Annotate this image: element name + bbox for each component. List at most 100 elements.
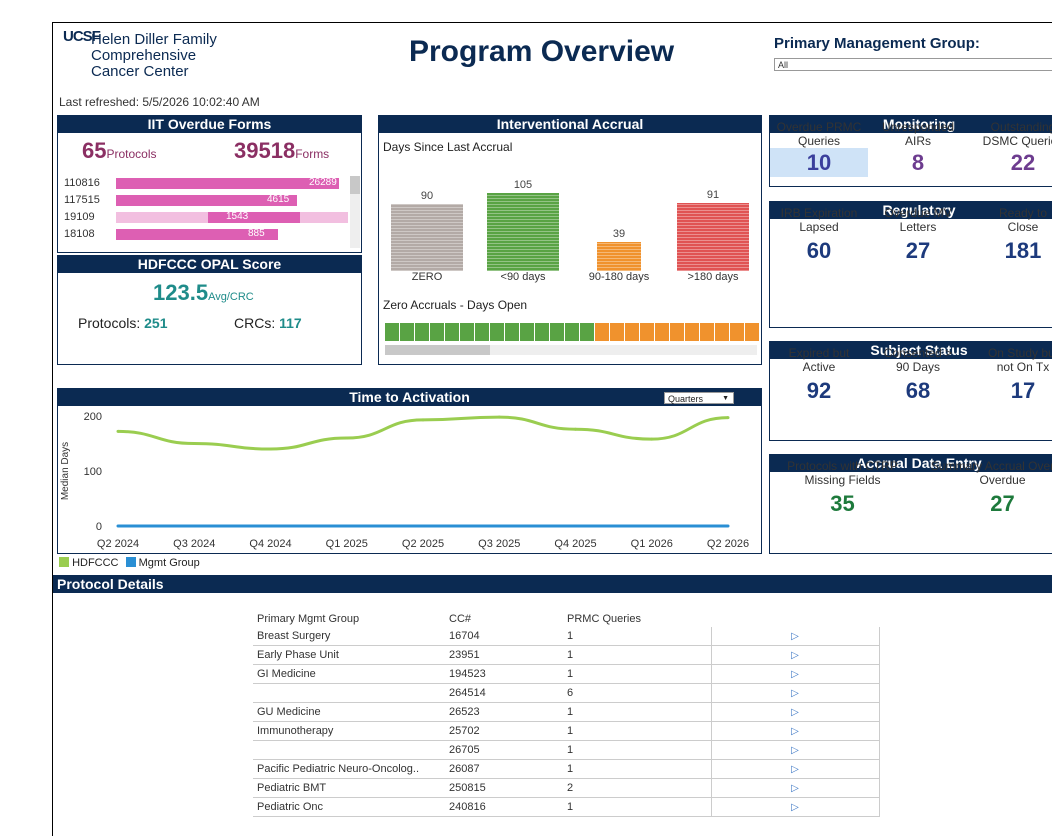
table-row[interactable]: GI Medicine 194523 1 ▷ bbox=[253, 664, 880, 684]
play-icon[interactable]: ▷ bbox=[791, 669, 799, 680]
play-icon[interactable]: ▷ bbox=[791, 783, 799, 794]
play-icon[interactable]: ▷ bbox=[791, 707, 799, 718]
zero-accrual-square[interactable] bbox=[625, 323, 639, 341]
zero-accrual-square[interactable] bbox=[490, 323, 504, 341]
iit-scrollbar[interactable] bbox=[350, 176, 360, 248]
zero-accrual-square[interactable] bbox=[580, 323, 594, 341]
series-point[interactable] bbox=[421, 524, 425, 528]
table-row[interactable]: Pacific Pediatric Neuro-Oncolog.. 26087 1 ▷ bbox=[253, 759, 880, 779]
consented-90-label-1: Consented > bbox=[883, 346, 953, 360]
row-action[interactable]: ▷ bbox=[710, 797, 880, 817]
series-point[interactable] bbox=[269, 447, 272, 451]
play-icon[interactable]: ▷ bbox=[791, 726, 799, 737]
series-point[interactable] bbox=[650, 524, 654, 528]
row-action[interactable]: ▷ bbox=[710, 683, 880, 703]
accrual-bar[interactable] bbox=[391, 204, 463, 271]
row-action[interactable]: ▷ bbox=[710, 721, 880, 741]
series-point[interactable] bbox=[116, 524, 120, 528]
iit-scroll-thumb[interactable] bbox=[350, 176, 360, 194]
table-row[interactable]: 264514 6 ▷ bbox=[253, 683, 880, 703]
row-action[interactable]: ▷ bbox=[710, 702, 880, 722]
zero-accrual-square[interactable] bbox=[400, 323, 414, 341]
table-row[interactable]: Pediatric BMT 250815 2 ▷ bbox=[253, 778, 880, 798]
iit-bar[interactable] bbox=[208, 212, 300, 223]
unresponded-airs-kpi[interactable]: Unresponded AIRs 8 bbox=[868, 120, 968, 177]
table-row[interactable]: GU Medicine 26523 1 ▷ bbox=[253, 702, 880, 722]
row-action[interactable]: ▷ bbox=[710, 759, 880, 779]
series-line-hdfccc[interactable] bbox=[117, 415, 729, 451]
iit-bar[interactable] bbox=[116, 178, 339, 189]
opal-crcs: CRCs: 117 bbox=[234, 315, 302, 331]
series-point[interactable] bbox=[726, 524, 730, 528]
zero-accrual-square[interactable] bbox=[655, 323, 669, 341]
zero-accrual-square[interactable] bbox=[415, 323, 429, 341]
play-icon[interactable]: ▷ bbox=[791, 688, 799, 699]
zero-accrual-square[interactable] bbox=[475, 323, 489, 341]
ctrp-missing-kpi[interactable]: Protocols with CTRP Missing Fields 35 bbox=[770, 459, 915, 517]
table-row[interactable]: Early Phase Unit 23951 1 ▷ bbox=[253, 645, 880, 665]
zero-accrual-square[interactable] bbox=[520, 323, 534, 341]
series-point[interactable] bbox=[345, 436, 349, 440]
series-point[interactable] bbox=[574, 524, 577, 528]
overdue-prmc-kpi[interactable]: Overdue PRMC Queries 10 bbox=[770, 120, 868, 177]
series-point[interactable] bbox=[574, 427, 577, 431]
zero-accrual-square[interactable] bbox=[640, 323, 654, 341]
row-action[interactable]: ▷ bbox=[710, 778, 880, 798]
zero-accrual-square[interactable] bbox=[610, 323, 624, 341]
consented-90-label-2: 90 Days bbox=[895, 360, 941, 374]
table-row[interactable]: 26705 1 ▷ bbox=[253, 740, 880, 760]
series-point[interactable] bbox=[192, 442, 196, 445]
zero-accrual-square[interactable] bbox=[505, 323, 519, 341]
zero-accrual-square[interactable] bbox=[715, 323, 729, 341]
accrual-bar[interactable] bbox=[597, 242, 641, 271]
zero-accrual-square[interactable] bbox=[460, 323, 474, 341]
ready-to-close-kpi[interactable]: Ready to Close 181 bbox=[968, 206, 1052, 264]
series-point[interactable] bbox=[345, 524, 349, 528]
series-point[interactable] bbox=[650, 437, 654, 441]
accrual-bar[interactable] bbox=[677, 203, 749, 271]
expired-active-kpi[interactable]: Expired but Active 92 bbox=[770, 346, 868, 404]
table-row[interactable]: Breast Surgery 16704 1 ▷ bbox=[253, 627, 880, 646]
zero-accrual-square[interactable] bbox=[730, 323, 744, 341]
zero-accrual-scroll-thumb[interactable] bbox=[385, 345, 490, 355]
management-group-select[interactable]: All bbox=[774, 58, 1052, 71]
row-action[interactable]: ▷ bbox=[710, 645, 880, 665]
summary-accrual-kpi[interactable]: Summary Accrual OverdueOverdue 27 bbox=[920, 459, 1052, 517]
series-point[interactable] bbox=[192, 524, 196, 528]
play-icon[interactable]: ▷ bbox=[791, 802, 799, 813]
on-study-kpi[interactable]: On Study but not On Tx 17 bbox=[968, 346, 1052, 404]
zero-accrual-square[interactable] bbox=[700, 323, 714, 341]
zero-accrual-square[interactable] bbox=[445, 323, 459, 341]
accrual-bar[interactable] bbox=[487, 193, 559, 271]
zero-accrual-square[interactable] bbox=[745, 323, 759, 341]
irb-expiration-kpi[interactable]: IRB Expiration Lapsed 60 bbox=[770, 206, 868, 264]
consented-90-kpi[interactable]: Consented >90 Days 68 bbox=[868, 346, 968, 404]
period-dropdown[interactable]: Quarters ▼ bbox=[664, 392, 734, 404]
series-point[interactable] bbox=[497, 415, 501, 419]
series-point[interactable] bbox=[726, 416, 730, 420]
table-row[interactable]: Immunotherapy 25702 1 ▷ bbox=[253, 721, 880, 741]
play-icon[interactable]: ▷ bbox=[791, 631, 799, 642]
zero-accrual-square[interactable] bbox=[535, 323, 549, 341]
zero-accrual-square[interactable] bbox=[430, 323, 444, 341]
table-row[interactable]: Pediatric Onc 240816 1 ▷ bbox=[253, 797, 880, 817]
series-point[interactable] bbox=[497, 524, 501, 528]
zero-accrual-square[interactable] bbox=[565, 323, 579, 341]
dsmc-queries-kpi[interactable]: OutstandingDSMC Queries 22 bbox=[968, 120, 1052, 177]
series-point[interactable] bbox=[116, 429, 120, 433]
overdue-mv-kpi[interactable]: Overdue MV Letters 27 bbox=[868, 206, 968, 264]
series-point[interactable] bbox=[421, 418, 425, 422]
play-icon[interactable]: ▷ bbox=[791, 745, 799, 756]
play-icon[interactable]: ▷ bbox=[791, 764, 799, 775]
series-point[interactable] bbox=[269, 524, 272, 528]
zero-accrual-square[interactable] bbox=[385, 323, 399, 341]
row-action[interactable]: ▷ bbox=[710, 664, 880, 684]
zero-accrual-square[interactable] bbox=[685, 323, 699, 341]
zero-accrual-square[interactable] bbox=[670, 323, 684, 341]
play-icon[interactable]: ▷ bbox=[791, 650, 799, 661]
zero-accrual-square[interactable] bbox=[550, 323, 564, 341]
zero-accrual-scrollbar[interactable] bbox=[385, 345, 757, 355]
zero-accrual-square[interactable] bbox=[595, 323, 609, 341]
row-action[interactable]: ▷ bbox=[710, 627, 880, 646]
row-action[interactable]: ▷ bbox=[710, 740, 880, 760]
